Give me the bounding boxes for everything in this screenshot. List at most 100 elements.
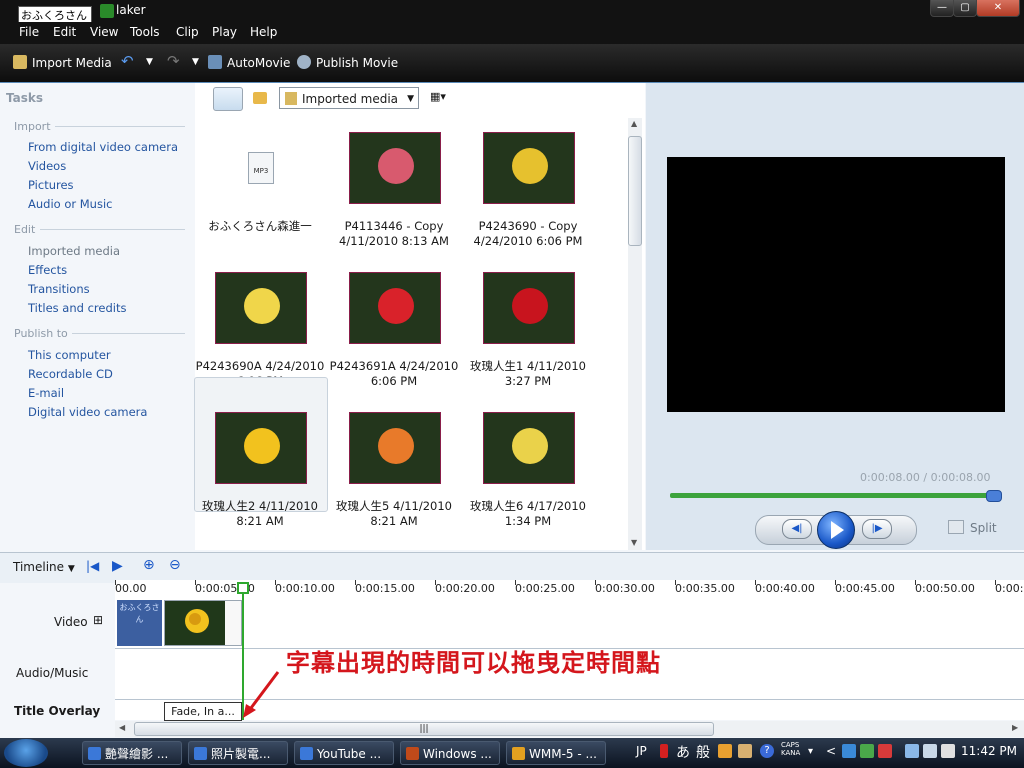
play-button[interactable]	[817, 511, 855, 549]
video-clip-title[interactable]: おふくろさん	[117, 600, 162, 646]
view-options-icon[interactable]: ▦▾	[430, 90, 446, 103]
menu-file[interactable]: File	[19, 25, 39, 39]
media-item-label[interactable]: 玫瑰人生1 4/11/2010 3:27 PM	[463, 359, 593, 389]
media-item-label[interactable]: P4243691A 4/24/2010 6:06 PM	[329, 359, 459, 389]
collections-icon[interactable]	[246, 87, 276, 111]
media-thumbnail[interactable]	[349, 272, 441, 344]
media-item-label[interactable]: 玫瑰人生6 4/17/2010 1:34 PM	[463, 499, 593, 529]
undo-icon[interactable]: ↶	[121, 52, 134, 70]
taskbar-clock[interactable]: 11:42 PM	[961, 744, 1017, 758]
video-clip-rose[interactable]	[164, 600, 242, 646]
media-thumbnail[interactable]	[349, 412, 441, 484]
scroll-right-icon[interactable]: ▶	[1012, 723, 1018, 732]
show-hidden-icons[interactable]: <	[826, 744, 836, 758]
task-publish-this-computer[interactable]: This computer	[28, 348, 111, 362]
media-item-label[interactable]: おふくろさん森進一	[195, 219, 325, 234]
ruler-tick-mark	[595, 580, 596, 585]
taskbar-window-button[interactable]: 艷聲繪影 ...	[82, 741, 182, 765]
video-track[interactable]	[115, 598, 1024, 649]
next-frame-button[interactable]: |▶	[862, 519, 892, 539]
menu-view[interactable]: View	[90, 25, 118, 39]
minimize-button[interactable]: —	[930, 0, 954, 17]
close-button[interactable]: ✕	[976, 0, 1020, 17]
task-titles-and-credits[interactable]: Titles and credits	[28, 301, 126, 315]
media-item-label[interactable]: P4243690 - Copy 4/24/2010 6:06 PM	[463, 219, 593, 249]
redo-dropdown-icon[interactable]: ▼	[192, 57, 199, 67]
menu-clip[interactable]: Clip	[176, 25, 199, 39]
automovie-button[interactable]: AutoMovie	[208, 55, 290, 70]
title-overlay-clip[interactable]: Fade, In a...	[164, 702, 242, 721]
expand-track-icon[interactable]: ⊞	[93, 613, 103, 627]
media-thumbnail[interactable]	[349, 132, 441, 204]
scroll-up-icon[interactable]: ▲	[631, 119, 637, 128]
device-icon[interactable]	[905, 744, 919, 758]
task-publish-digital-video-camera[interactable]: Digital video camera	[28, 405, 147, 419]
media-item-label[interactable]: 玫瑰人生2 4/11/2010 8:21 AM	[195, 499, 325, 529]
ime-bar-icon[interactable]	[660, 744, 668, 758]
task-publish-email[interactable]: E-mail	[28, 386, 64, 400]
network-icon[interactable]	[842, 744, 856, 758]
seek-bar[interactable]	[670, 493, 1000, 498]
tasks-pane-toggle-icon[interactable]	[213, 87, 243, 111]
mp3-file-icon[interactable]: MP3	[248, 152, 274, 184]
media-thumbnail[interactable]	[483, 272, 575, 344]
ime-tool-icon[interactable]	[718, 744, 732, 758]
ime-conversion-mode[interactable]: 般	[696, 742, 710, 762]
help-icon[interactable]: ?	[760, 744, 774, 758]
ime-hiragana-mode[interactable]: あ	[676, 742, 690, 762]
task-from-digital-video-camera[interactable]: From digital video camera	[28, 140, 178, 154]
import-media-button[interactable]: Import Media	[13, 55, 112, 70]
section-divider	[40, 229, 185, 230]
scroll-left-icon[interactable]: ◀	[119, 723, 125, 732]
volume-icon[interactable]	[941, 744, 955, 758]
ime-options-icon[interactable]: ▾	[808, 746, 813, 757]
task-effects[interactable]: Effects	[28, 263, 67, 277]
menu-play[interactable]: Play	[212, 25, 237, 39]
ime-language-indicator[interactable]: JP	[636, 744, 647, 758]
rewind-timeline-icon[interactable]: |◀	[86, 559, 99, 573]
ime-pad-icon[interactable]	[738, 744, 752, 758]
ruler-tick-mark	[515, 580, 516, 585]
task-publish-recordable-cd[interactable]: Recordable CD	[28, 367, 113, 381]
zoom-in-icon[interactable]: ⊕	[143, 557, 155, 573]
menu-help[interactable]: Help	[250, 25, 277, 39]
taskbar-window-label: Windows ...	[423, 747, 492, 761]
play-timeline-icon[interactable]: ▶	[112, 558, 123, 574]
tray-app-icon[interactable]	[860, 744, 874, 758]
media-thumbnail[interactable]	[483, 132, 575, 204]
task-import-pictures[interactable]: Pictures	[28, 178, 74, 192]
media-scroll-thumb[interactable]	[628, 136, 642, 246]
zoom-out-icon[interactable]: ⊖	[169, 557, 181, 573]
taskbar-window-button[interactable]: 照片製電...	[188, 741, 288, 765]
timeline-toolbar: Timeline ▼ |◀ ▶ ⊕ ⊖	[0, 552, 1024, 583]
taskbar-window-button[interactable]: Windows ...	[400, 741, 500, 765]
menu-edit[interactable]: Edit	[53, 25, 76, 39]
task-import-audio-music[interactable]: Audio or Music	[28, 197, 112, 211]
media-thumbnail[interactable]	[483, 412, 575, 484]
redo-icon[interactable]: ↷	[167, 52, 180, 70]
undo-dropdown-icon[interactable]: ▼	[146, 57, 153, 67]
taskbar-window-button[interactable]: WMM-5 - ...	[506, 741, 606, 765]
timeline-scroll-thumb[interactable]: |||	[134, 722, 714, 736]
media-item-label[interactable]: P4113446 - Copy 4/11/2010 8:13 AM	[329, 219, 459, 249]
timeline-ruler[interactable]: 00.00 0:00:05.00 0:00:10.00 0:00:15.00 0:00:…	[115, 580, 1024, 599]
publish-movie-button[interactable]: Publish Movie	[297, 55, 398, 70]
task-transitions[interactable]: Transitions	[28, 282, 90, 296]
menu-tools[interactable]: Tools	[130, 25, 160, 39]
seek-knob[interactable]	[986, 490, 1002, 502]
media-view-select[interactable]: Imported media ▼	[279, 87, 419, 109]
network-status-icon[interactable]	[923, 744, 937, 758]
task-import-videos[interactable]: Videos	[28, 159, 66, 173]
media-item-label[interactable]: 玫瑰人生5 4/11/2010 8:21 AM	[329, 499, 459, 529]
maximize-button[interactable]: ▢	[953, 0, 977, 17]
playhead-handle[interactable]	[237, 582, 249, 594]
timeline-view-select[interactable]: Timeline ▼	[13, 560, 75, 574]
scroll-down-icon[interactable]: ▼	[631, 538, 637, 547]
media-thumbnail[interactable]	[215, 272, 307, 344]
start-button[interactable]	[4, 739, 48, 767]
split-button[interactable]: Split	[948, 520, 997, 535]
previous-frame-button[interactable]: ◀|	[782, 519, 812, 539]
security-icon[interactable]	[878, 744, 892, 758]
taskbar-window-button[interactable]: YouTube ...	[294, 741, 394, 765]
media-thumbnail[interactable]	[215, 412, 307, 484]
